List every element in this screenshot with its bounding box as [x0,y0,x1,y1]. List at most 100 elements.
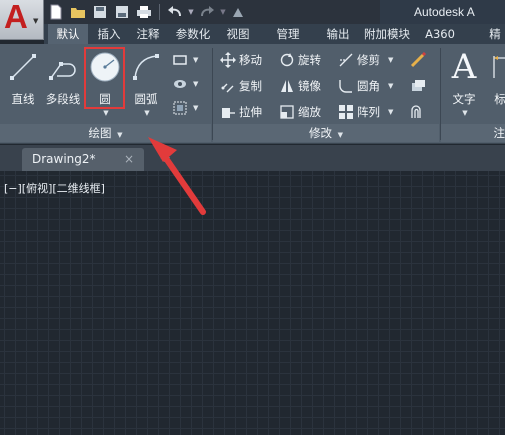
chevron-down-icon[interactable]: ▼ [462,109,467,117]
rotate-label: 旋转 [298,53,321,67]
hatch-tool[interactable]: ▼ [170,74,198,94]
offset-icon [408,103,428,121]
move-icon [218,51,238,69]
boundary-tool[interactable]: ▼ [170,98,198,118]
polyline-label: 多段线 [45,92,81,106]
fillet-tool[interactable]: 圆角 ▼ [336,76,393,96]
chevron-down-icon[interactable]: ▼ [388,82,393,90]
erase-icon [408,51,428,69]
dimension-tool[interactable]: 标 [488,48,505,107]
erase-tool[interactable] [408,50,429,70]
chevron-down-icon[interactable]: ▼ [193,80,198,88]
redo-icon[interactable] [197,3,217,21]
dimension-icon [482,48,505,86]
chevron-down-icon: ▼ [33,17,39,25]
arc-icon [128,48,164,86]
line-label: 直线 [11,92,35,106]
trim-label: 修剪 [357,53,380,67]
chevron-down-icon[interactable]: ▼ [103,109,108,117]
dropdown-icon[interactable]: ▼ [219,3,227,21]
drawing-canvas[interactable]: [−][俯视][二维线框] [0,171,505,435]
mirror-icon [277,77,297,95]
draw-panel-title[interactable]: 绘图 ▼ [0,124,211,142]
tab-view[interactable]: 视图 [220,24,256,44]
highlight-box [84,47,125,109]
array-tool[interactable]: 阵列 ▼ [336,102,393,122]
chevron-down-icon[interactable]: ▼ [388,108,393,116]
fillet-label: 圆角 [357,79,380,93]
chevron-down-icon: ▼ [117,131,123,139]
tab-a360[interactable]: A360 [420,24,460,44]
print-icon[interactable] [134,3,154,21]
title-bar: ▼ ▼ Autodesk A [0,0,505,24]
mirror-label: 镜像 [298,79,321,93]
saveas-icon[interactable] [112,3,132,21]
share-icon[interactable] [229,3,249,21]
chevron-down-icon[interactable]: ▼ [144,109,149,117]
stretch-label: 拉伸 [239,105,262,119]
tab-featured[interactable]: 精 [484,24,505,44]
tab-annotate[interactable]: 注释 [130,24,166,44]
arc-tool[interactable]: 圆弧 ▼ [128,48,164,117]
chevron-down-icon[interactable]: ▼ [193,56,198,64]
application-title: Autodesk A [380,0,505,24]
modify-panel-title[interactable]: 修改 ▼ [213,124,439,142]
tab-manage[interactable]: 管理 [270,24,306,44]
toolbar-separator [159,4,160,20]
scale-tool[interactable]: 缩放 [277,102,321,122]
tab-addins[interactable]: 附加模块 [358,24,416,44]
arc-label: 圆弧 [134,92,158,106]
chevron-down-icon[interactable]: ▼ [193,104,198,112]
rectangle-tool[interactable]: ▼ [170,50,198,70]
stretch-tool[interactable]: 拉伸 [218,102,262,122]
trim-tool[interactable]: 修剪 ▼ [336,50,393,70]
copy-label: 复制 [239,79,262,93]
application-menu-button[interactable]: A ▼ [0,0,44,40]
explode-tool[interactable] [408,76,429,96]
mirror-tool[interactable]: 镜像 [277,76,321,96]
undo-icon[interactable] [165,3,185,21]
copy-tool[interactable]: 复制 [218,76,262,96]
line-tool[interactable]: 直线 [5,48,41,107]
scale-icon [277,103,297,121]
polyline-tool[interactable]: 多段线 [42,48,84,107]
scale-label: 缩放 [298,105,321,119]
tab-default[interactable]: 默认 [48,24,88,44]
move-tool[interactable]: 移动 [218,50,262,70]
ribbon-tab-bar: 默认 插入 注释 参数化 视图 管理 输出 附加模块 A360 精 [44,24,505,44]
viewport-controls[interactable]: [−][俯视][二维线框] [4,180,105,196]
new-tab-button[interactable]: + [158,151,172,166]
rotate-tool[interactable]: 旋转 [277,50,321,70]
tab-output[interactable]: 输出 [320,24,356,44]
open-icon[interactable] [68,3,88,21]
quick-access-toolbar: ▼ ▼ [46,2,249,22]
text-icon: A [451,47,477,87]
array-label: 阵列 [357,105,380,119]
copy-icon [218,77,238,95]
trim-icon [336,51,356,69]
annotation-panel-title[interactable]: 注 [441,124,505,142]
move-label: 移动 [239,53,262,67]
text-label: 文字 [452,92,476,106]
text-tool[interactable]: A 文字 ▼ [446,47,482,117]
offset-tool[interactable] [408,102,429,122]
boundary-icon [170,99,190,117]
dimension-label: 标 [494,92,505,106]
stretch-icon [218,103,238,121]
document-tab-bar: Drawing2* × + [0,145,505,171]
save-icon[interactable] [90,3,110,21]
close-icon[interactable]: × [124,148,134,170]
polyline-icon [45,48,81,86]
line-icon [5,48,41,86]
rotate-icon [277,51,297,69]
document-tab[interactable]: Drawing2* × [22,148,144,171]
draw-panel-label: 绘图 [88,126,112,140]
array-icon [336,103,356,121]
new-icon[interactable] [46,3,66,21]
chevron-down-icon: ▼ [337,131,344,139]
dropdown-icon[interactable]: ▼ [187,3,195,21]
chevron-down-icon[interactable]: ▼ [388,56,393,64]
tab-insert[interactable]: 插入 [91,24,127,44]
tab-parametric[interactable]: 参数化 [168,24,218,44]
fillet-icon [336,77,356,95]
